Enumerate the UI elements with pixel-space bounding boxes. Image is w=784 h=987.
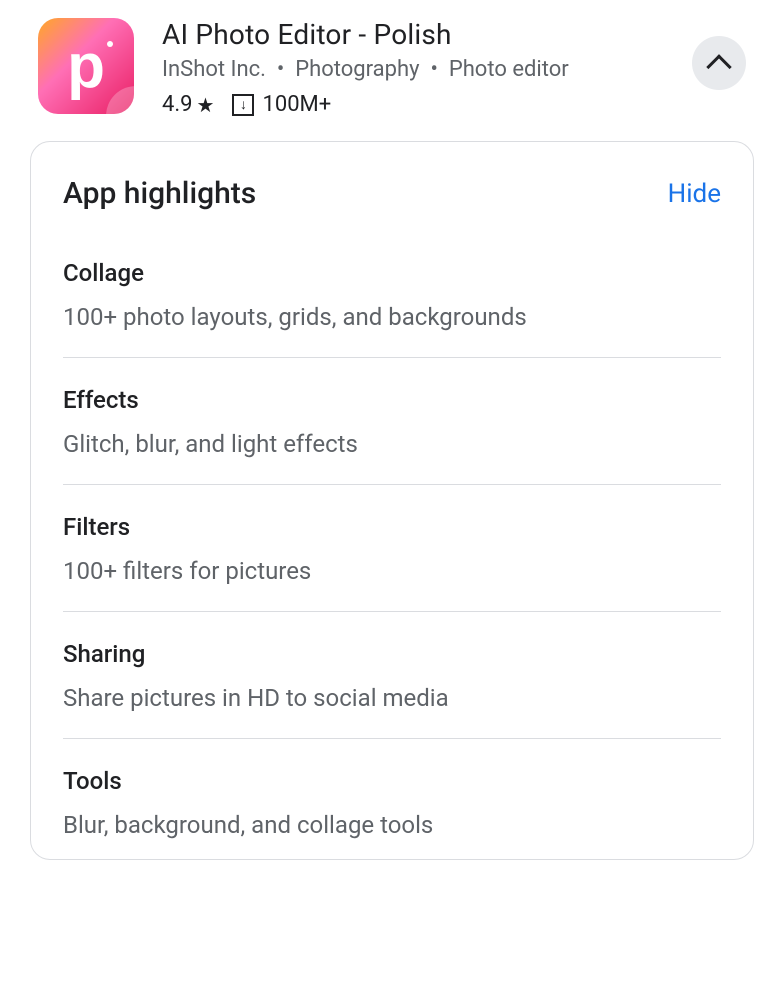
chevron-up-icon [706, 54, 731, 79]
highlight-item: Effects Glitch, blur, and light effects [63, 386, 721, 485]
highlight-desc: Glitch, blur, and light effects [63, 430, 721, 458]
highlight-name: Tools [63, 767, 721, 795]
app-category[interactable]: Photography [295, 57, 419, 82]
highlight-item: Filters 100+ filters for pictures [63, 513, 721, 612]
highlight-item: Collage 100+ photo layouts, grids, and b… [63, 259, 721, 358]
app-info: AI Photo Editor - Polish InShot Inc. • P… [162, 18, 692, 117]
highlight-item: Sharing Share pictures in HD to social m… [63, 640, 721, 739]
collapse-button[interactable] [692, 36, 746, 90]
highlight-desc: 100+ photo layouts, grids, and backgroun… [63, 303, 721, 331]
highlight-desc: 100+ filters for pictures [63, 557, 721, 585]
rating-value: 4.9 [162, 92, 193, 117]
highlights-header: App highlights Hide [63, 176, 721, 211]
star-icon: ★ [197, 93, 215, 117]
highlight-name: Filters [63, 513, 721, 541]
app-icon-fold [106, 86, 134, 114]
highlights-title: App highlights [63, 176, 256, 211]
app-header: p AI Photo Editor - Polish InShot Inc. •… [8, 0, 776, 137]
app-title[interactable]: AI Photo Editor - Polish [162, 18, 692, 51]
app-stats: 4.9 ★ ↓ 100M+ [162, 92, 692, 117]
highlight-name: Collage [63, 259, 721, 287]
highlight-desc: Share pictures in HD to social media [63, 684, 721, 712]
app-developer[interactable]: InShot Inc. [162, 57, 266, 82]
highlight-desc: Blur, background, and collage tools [63, 811, 721, 839]
app-icon-letter: p [67, 31, 105, 102]
highlight-name: Sharing [63, 640, 721, 668]
app-rating[interactable]: 4.9 ★ [162, 92, 214, 117]
app-icon[interactable]: p [38, 18, 134, 114]
downloads-value: 100M+ [262, 92, 331, 117]
app-subcategory[interactable]: Photo editor [449, 57, 569, 82]
highlight-name: Effects [63, 386, 721, 414]
meta-separator: • [271, 57, 295, 82]
hide-button[interactable]: Hide [668, 179, 721, 209]
app-meta: InShot Inc. • Photography • Photo editor [162, 57, 692, 82]
highlights-card: App highlights Hide Collage 100+ photo l… [30, 141, 754, 860]
app-downloads: ↓ 100M+ [232, 92, 331, 117]
highlight-item: Tools Blur, background, and collage tool… [63, 767, 721, 839]
download-icon: ↓ [232, 94, 254, 116]
meta-separator: • [425, 57, 449, 82]
